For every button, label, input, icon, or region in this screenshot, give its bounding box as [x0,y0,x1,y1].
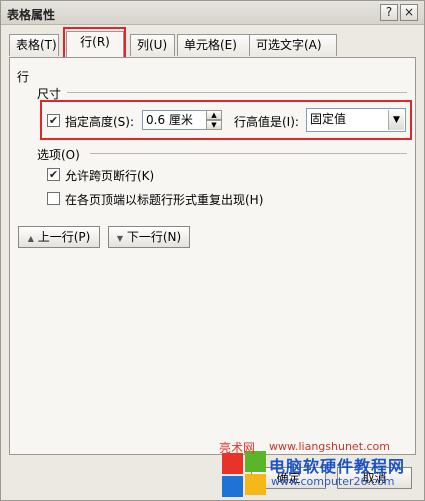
tab-column[interactable]: 列(U) [130,34,175,56]
spin-down-icon[interactable]: ▼ [206,120,222,130]
row-heading: 行 [17,70,30,84]
windows-logo-icon [222,451,266,497]
dialog-title: 表格属性 [7,8,56,22]
tab-table[interactable]: 表格(T) [9,34,59,56]
height-input[interactable]: 0.6 厘米 [142,110,208,130]
row-height-is-label: 行高值是(I): [234,115,299,129]
spin-up-icon[interactable]: ▲ [206,110,222,120]
allow-break-checkbox[interactable]: ✔ [47,168,60,181]
options-heading: 选项(O) [37,148,80,162]
watermark-brand: 电脑软硬件教程网 [269,457,406,476]
tab-alt-text[interactable]: 可选文字(A) [249,34,337,56]
prev-row-label: 上一行(P) [37,230,91,244]
arrow-up-icon: ▲ [27,234,34,243]
tab-row[interactable]: 行(R) [66,31,124,57]
size-heading: 尺寸 [37,87,62,101]
size-separator [67,92,407,93]
repeat-header-checkbox[interactable] [47,192,60,205]
allow-break-label: 允许跨页断行(K) [65,169,155,183]
height-spinner: ▲ ▼ [206,110,222,130]
table-properties-dialog: 表格属性 ? × 表格(T) 行(R) 列(U) 单元格(E) 可选文字(A) … [0,0,425,501]
prev-row-button[interactable]: ▲ 上一行(P) [18,226,100,248]
title-bar: 表格属性 ? × [1,1,424,25]
repeat-header-label: 在各页顶端以标题行形式重复出现(H) [65,193,264,207]
row-height-mode-select[interactable]: 固定值 ▼ [306,108,406,132]
specify-height-checkbox[interactable]: ✔ [47,114,60,127]
next-row-button[interactable]: ▼ 下一行(N) [108,226,190,248]
chevron-down-icon[interactable]: ▼ [388,110,404,130]
row-height-mode-value: 固定值 [310,112,347,126]
close-button[interactable]: × [400,4,418,21]
options-separator [90,153,407,154]
row-tab-panel: 行 尺寸 ✔ 指定高度(S): 0.6 厘米 ▲ ▼ 行高值是(I): 固定值 … [9,57,416,455]
specify-height-label: 指定高度(S): [65,115,135,129]
watermark-url-top: www.liangshunet.com [269,440,390,453]
watermark-site-name: 亮术网 [219,441,256,455]
next-row-label: 下一行(N) [126,230,182,244]
tab-cell[interactable]: 单元格(E) [177,34,253,56]
arrow-down-icon: ▼ [116,234,123,243]
watermark-url-bottom: www.computer26.com [271,475,395,488]
help-button[interactable]: ? [380,4,398,21]
